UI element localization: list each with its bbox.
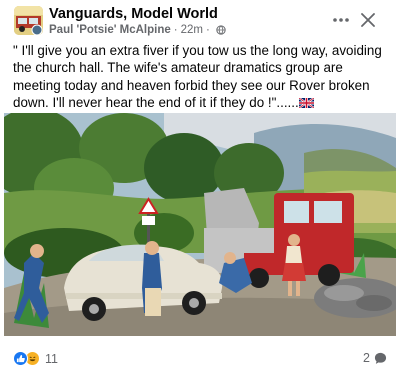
meta-separator-2: · bbox=[206, 24, 210, 36]
group-name-link[interactable]: Vanguards, Model World bbox=[49, 6, 218, 22]
comment-count: 2 bbox=[363, 351, 370, 365]
more-options-icon bbox=[333, 18, 349, 22]
meta-separator: · bbox=[173, 24, 178, 36]
reactions-summary[interactable]: 11 bbox=[13, 351, 58, 366]
post-photo[interactable] bbox=[4, 113, 396, 336]
close-post-button[interactable] bbox=[357, 9, 379, 31]
post-body-text: " I'll give you an extra fiver if you to… bbox=[13, 42, 393, 112]
diorama-photo bbox=[4, 113, 396, 336]
globe-icon bbox=[216, 25, 226, 35]
comments-summary[interactable]: 2 bbox=[363, 351, 387, 365]
close-icon bbox=[361, 13, 375, 27]
more-options-button[interactable] bbox=[330, 10, 352, 30]
post-timestamp[interactable]: 22m bbox=[181, 24, 203, 36]
post-footer: 11 2 bbox=[0, 346, 400, 374]
post-header: Vanguards, Model World Paul 'Potsie' McA… bbox=[0, 0, 400, 40]
comment-icon bbox=[374, 352, 387, 364]
reaction-count: 11 bbox=[45, 351, 58, 366]
post-meta: Paul 'Potsie' McAlpine · 22m · bbox=[49, 24, 226, 36]
group-avatar[interactable] bbox=[14, 6, 43, 35]
author-name-link[interactable]: Paul 'Potsie' McAlpine bbox=[49, 24, 171, 36]
like-icon bbox=[13, 351, 28, 366]
uk-flag-icon bbox=[298, 98, 314, 109]
post-message: " I'll give you an extra fiver if you to… bbox=[13, 43, 382, 111]
